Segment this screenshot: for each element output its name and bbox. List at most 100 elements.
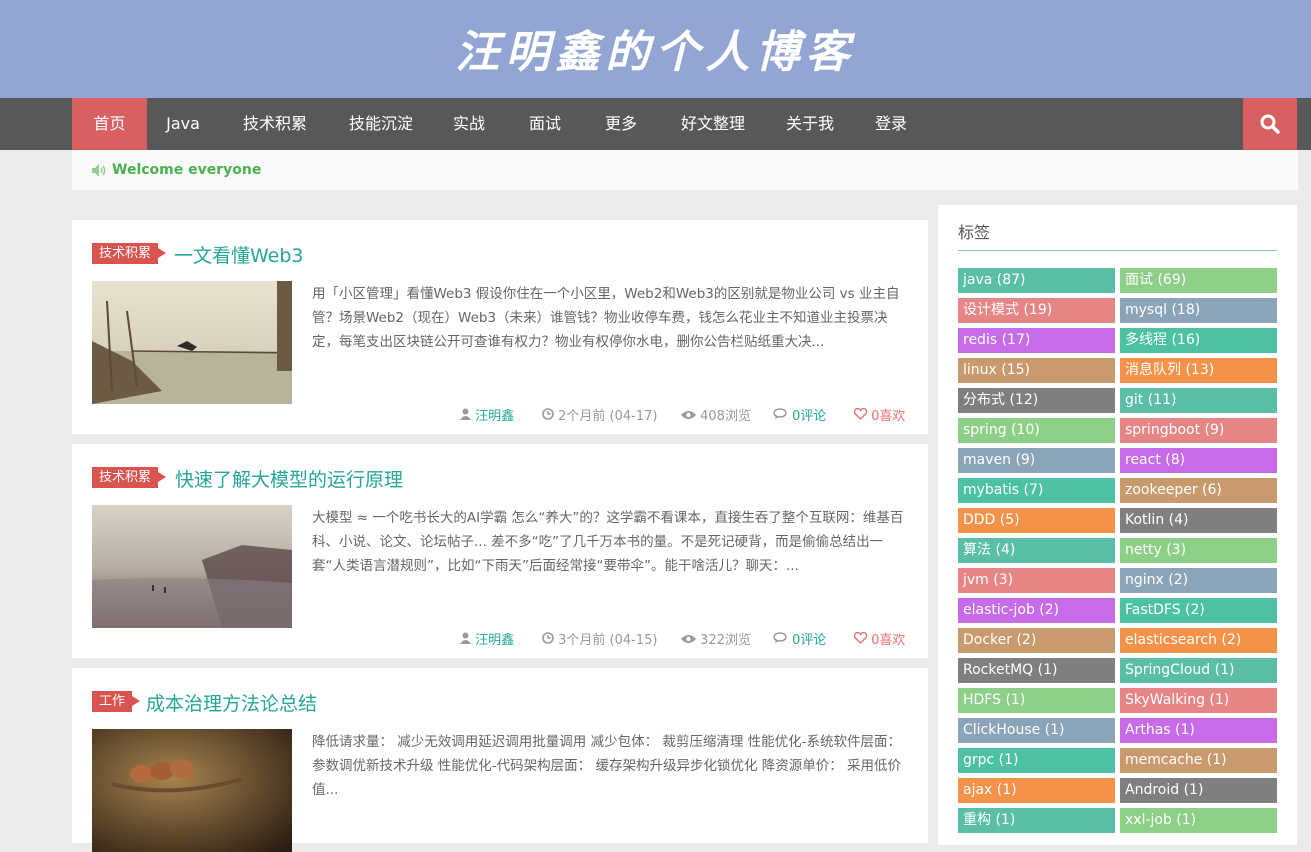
post-time: 2个月前 (04-17) xyxy=(542,405,657,424)
heart-icon xyxy=(853,631,868,644)
post-likes-text[interactable]: 0喜欢 xyxy=(871,633,905,648)
tag-link[interactable]: 算法 (4) xyxy=(958,538,1115,563)
tag-link[interactable]: Docker (2) xyxy=(958,628,1115,653)
post-comments[interactable]: 0评论 xyxy=(773,629,826,648)
site-title[interactable]: 汪明鑫的个人博客 xyxy=(0,16,1311,80)
tag-link[interactable]: Android (1) xyxy=(1120,778,1277,803)
nav-item-skill-settlement[interactable]: 技能沉淀 xyxy=(336,98,426,150)
sidebar-divider xyxy=(958,250,1277,251)
tag-link[interactable]: 设计模式 (19) xyxy=(958,298,1115,323)
post-title[interactable]: 一文看懂Web3 xyxy=(174,241,304,268)
post-author[interactable]: 汪明鑫 xyxy=(460,405,514,424)
post-views: 408浏览 xyxy=(681,405,751,424)
tag-link[interactable]: spring (10) xyxy=(958,418,1115,443)
post-thumbnail[interactable] xyxy=(92,505,292,628)
post-category-tag[interactable]: 技术积累 xyxy=(92,467,167,488)
tag-link[interactable]: nginx (2) xyxy=(1120,568,1277,593)
clock-icon xyxy=(542,632,554,644)
tags-sidebar: 标签 java (87) 面试 (69) 设计模式 (19) mysql (18) re… xyxy=(938,205,1297,845)
tag-link[interactable]: mysql (18) xyxy=(1120,298,1277,323)
sidebar-title: 标签 xyxy=(958,223,991,242)
tag-link[interactable]: mybatis (7) xyxy=(958,478,1115,503)
user-icon xyxy=(460,408,471,420)
post-thumbnail[interactable] xyxy=(92,281,292,404)
post-time-text: 3个月前 (04-15) xyxy=(558,633,658,648)
nav-item-about[interactable]: 关于我 xyxy=(773,98,847,150)
comment-icon xyxy=(773,632,787,643)
nav-item-tech-accumulation[interactable]: 技术积累 xyxy=(230,98,320,150)
nav-item-home[interactable]: 首页 xyxy=(72,98,147,150)
tag-link[interactable]: linux (15) xyxy=(958,358,1115,383)
user-icon xyxy=(460,632,471,644)
comment-icon xyxy=(773,408,787,419)
post-title[interactable]: 成本治理方法论总结 xyxy=(146,689,317,716)
tag-link[interactable]: xxl-job (1) xyxy=(1120,808,1277,833)
post-comments-text[interactable]: 0评论 xyxy=(792,633,826,648)
post-title[interactable]: 快速了解大模型的运行原理 xyxy=(175,465,403,492)
tag-link[interactable]: 重构 (1) xyxy=(958,808,1115,833)
tag-link[interactable]: memcache (1) xyxy=(1120,748,1277,773)
post-author-name[interactable]: 汪明鑫 xyxy=(475,409,514,424)
tag-link[interactable]: 多线程 (16) xyxy=(1120,328,1277,353)
tag-link[interactable]: elasticsearch (2) xyxy=(1120,628,1277,653)
post-author-name[interactable]: 汪明鑫 xyxy=(475,633,514,648)
site-banner: 汪明鑫的个人博客 xyxy=(0,0,1311,98)
nav-item-good-articles[interactable]: 好文整理 xyxy=(668,98,758,150)
tag-link[interactable]: 消息队列 (13) xyxy=(1120,358,1277,383)
main-nav: 首页 Java 技术积累 技能沉淀 实战 面试 更多 好文整理 关于我 登录 xyxy=(0,98,1311,150)
post-category-tag[interactable]: 工作 xyxy=(92,691,141,712)
tag-link[interactable]: ajax (1) xyxy=(958,778,1115,803)
tag-link[interactable]: react (8) xyxy=(1120,448,1277,473)
tag-link[interactable]: ClickHouse (1) xyxy=(958,718,1115,743)
post-excerpt: 用「小区管理」看懂Web3 假设你住在一个小区里，Web2和Web3的区别就是物… xyxy=(312,286,900,350)
post-comments-text[interactable]: 0评论 xyxy=(792,409,826,424)
tag-link[interactable]: zookeeper (6) xyxy=(1120,478,1277,503)
tag-link[interactable]: maven (9) xyxy=(958,448,1115,473)
tag-link[interactable]: elastic-job (2) xyxy=(958,598,1115,623)
post-views: 322浏览 xyxy=(681,629,751,648)
nav-item-interview[interactable]: 面试 xyxy=(516,98,574,150)
nav-item-practice[interactable]: 实战 xyxy=(440,98,498,150)
tag-link[interactable]: HDFS (1) xyxy=(958,688,1115,713)
post-category-tag[interactable]: 技术积累 xyxy=(92,243,167,264)
tag-link[interactable]: SpringCloud (1) xyxy=(1120,658,1277,683)
eye-icon xyxy=(681,635,696,643)
post-excerpt: 大模型 ≈ 一个吃书长大的AI学霸 怎么“养大”的？这学霸不看课本，直接生吞了整… xyxy=(312,510,904,574)
post-views-text: 322浏览 xyxy=(700,633,751,648)
heart-icon xyxy=(853,407,868,420)
nav-item-more[interactable]: 更多 xyxy=(592,98,650,150)
tag-link[interactable]: 分布式 (12) xyxy=(958,388,1115,413)
post-comments[interactable]: 0评论 xyxy=(773,405,826,424)
tag-link[interactable]: netty (3) xyxy=(1120,538,1277,563)
tag-link[interactable]: java (87) xyxy=(958,268,1115,293)
tag-link[interactable]: DDD (5) xyxy=(958,508,1115,533)
post-time-text: 2个月前 (04-17) xyxy=(558,409,658,424)
clock-icon xyxy=(542,408,554,420)
post-card: 工作 成本治理方法论总结 降低请求量： 减少无效调用延迟调用批量调用 减少包体：… xyxy=(72,668,928,852)
search-icon xyxy=(1260,114,1280,134)
nav-item-java[interactable]: Java xyxy=(152,98,214,150)
tag-link[interactable]: Kotlin (4) xyxy=(1120,508,1277,533)
tag-link[interactable]: SkyWalking (1) xyxy=(1120,688,1277,713)
welcome-bar: Welcome everyone xyxy=(72,150,1298,190)
tag-link[interactable]: grpc (1) xyxy=(958,748,1115,773)
speaker-icon xyxy=(92,164,106,177)
tag-link[interactable]: git (11) xyxy=(1120,388,1277,413)
post-likes-text[interactable]: 0喜欢 xyxy=(871,409,905,424)
post-likes[interactable]: 0喜欢 xyxy=(853,629,905,648)
post-excerpt: 降低请求量： 减少无效调用延迟调用批量调用 减少包体： 裁剪压缩清理 性能优化-… xyxy=(312,734,902,798)
tag-link[interactable]: FastDFS (2) xyxy=(1120,598,1277,623)
nav-item-login[interactable]: 登录 xyxy=(862,98,920,150)
tag-link[interactable]: 面试 (69) xyxy=(1120,268,1277,293)
tag-link[interactable]: Arthas (1) xyxy=(1120,718,1277,743)
post-card: 技术积累 快速了解大模型的运行原理 大模型 ≈ 一个吃书长大的AI学霸 怎么“养… xyxy=(72,444,928,658)
search-button[interactable] xyxy=(1243,98,1297,150)
tag-link[interactable]: RocketMQ (1) xyxy=(958,658,1115,683)
post-likes[interactable]: 0喜欢 xyxy=(853,405,905,424)
post-thumbnail[interactable] xyxy=(92,729,292,852)
post-card: 技术积累 一文看懂Web3 用「小区管理」看懂Web3 假设你住在一个小区里，W… xyxy=(72,220,928,434)
tag-link[interactable]: springboot (9) xyxy=(1120,418,1277,443)
post-author[interactable]: 汪明鑫 xyxy=(460,629,514,648)
tag-link[interactable]: redis (17) xyxy=(958,328,1115,353)
tag-link[interactable]: jvm (3) xyxy=(958,568,1115,593)
